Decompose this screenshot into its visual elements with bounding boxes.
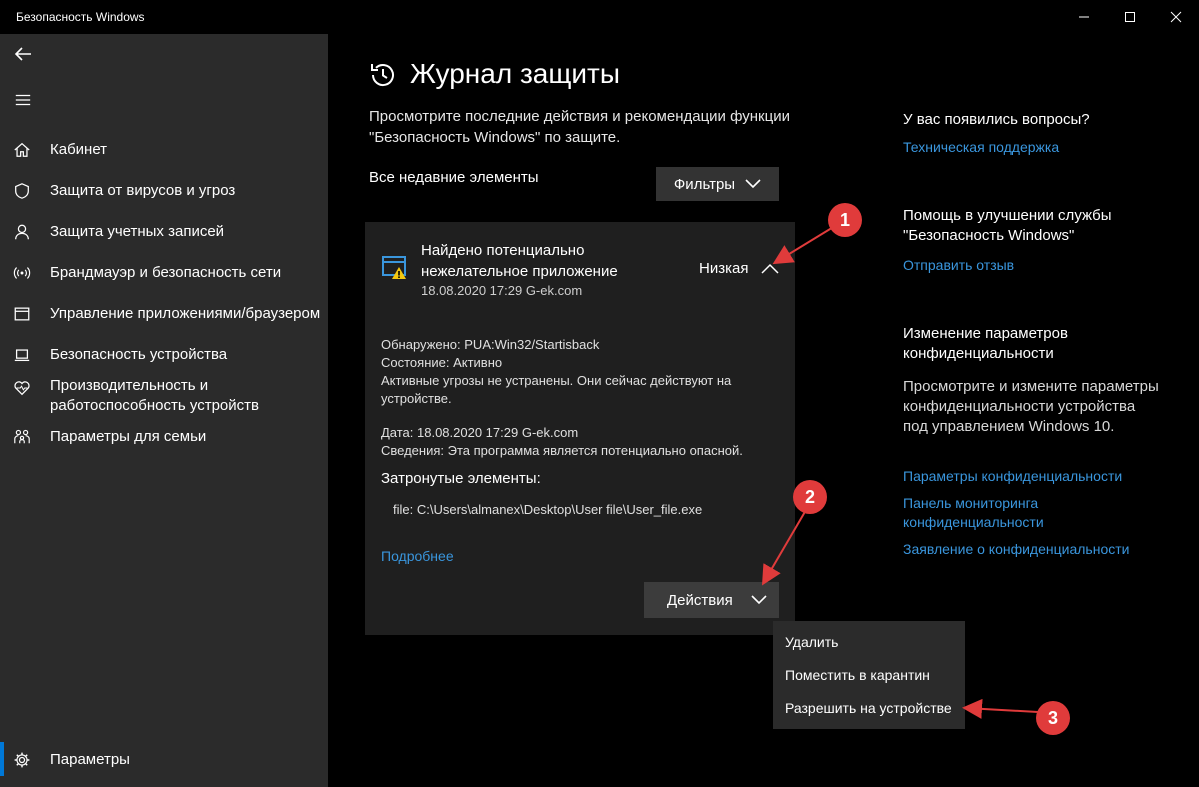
- threat-date: 18.08.2020 17:29 G-ek.com: [421, 283, 583, 298]
- sidebar-item-settings[interactable]: Параметры: [0, 750, 328, 770]
- sidebar-item-virus-protection[interactable]: Защита от вирусов и угроз: [0, 181, 328, 201]
- send-feedback-link[interactable]: Отправить отзыв: [903, 256, 1173, 275]
- filters-label: Фильтры: [673, 175, 736, 193]
- page-title: Журнал защиты: [410, 58, 620, 89]
- status-text: Состояние: Активно: [381, 355, 503, 370]
- chevron-down-icon: [751, 595, 767, 605]
- threat-card: Найдено потенциально нежелательное прило…: [365, 222, 795, 635]
- sidebar-item-label: Управление приложениями/браузером: [50, 305, 321, 322]
- affected-items-heading: Затронутые элементы:: [381, 470, 541, 487]
- privacy-text: Просмотрите и измените параметры конфиде…: [903, 378, 1159, 435]
- sidebar-item-family-options[interactable]: Параметры для семьи: [0, 427, 328, 447]
- sidebar-item-label: Защита от вирусов и угроз: [50, 182, 236, 199]
- improve-heading: Помощь в улучшении службы "Безопасность …: [903, 207, 1112, 244]
- laptop-icon: [12, 345, 32, 365]
- back-button[interactable]: [12, 43, 34, 65]
- app-window-icon: [12, 304, 32, 324]
- menu-item-quarantine[interactable]: Поместить в карантин: [785, 667, 930, 683]
- chevron-down-icon: [745, 179, 761, 189]
- minimize-icon: [1079, 16, 1089, 18]
- threat-title: Найдено потенциально нежелательное прило…: [421, 242, 618, 280]
- maximize-icon: [1125, 12, 1135, 22]
- family-icon: [12, 427, 32, 447]
- privacy-statement-link[interactable]: Заявление о конфиденциальности: [903, 540, 1173, 559]
- actions-button[interactable]: Действия: [644, 582, 779, 618]
- actions-label: Действия: [667, 591, 733, 609]
- sidebar-item-label: Кабинет: [50, 141, 108, 158]
- annotation-badge-2: 2: [793, 480, 827, 514]
- sidebar-item-home[interactable]: Кабинет: [0, 140, 328, 160]
- person-icon: [12, 222, 32, 242]
- title-bar: Безопасность Windows: [0, 0, 1199, 34]
- severity-label: Низкая: [699, 260, 749, 277]
- detail-date-text: Дата: 18.08.2020 17:29 G-ek.com: [381, 425, 579, 440]
- sidebar-item-label: Параметры для семьи: [50, 428, 207, 445]
- sidebar-item-label: Безопасность устройства: [50, 346, 228, 363]
- heart-icon: [12, 378, 32, 398]
- sidebar-item-label: Производительность и работоспособность у…: [50, 377, 259, 414]
- actions-menu: Удалить Поместить в карантин Разрешить н…: [773, 621, 965, 729]
- maximize-button[interactable]: [1107, 0, 1153, 34]
- page-description: Просмотрите последние действия и рекомен…: [369, 108, 790, 146]
- privacy-dashboard-link[interactable]: Панель мониторинга конфиденциальности: [903, 494, 1103, 532]
- filters-button[interactable]: Фильтры: [656, 167, 779, 201]
- menu-item-remove[interactable]: Удалить: [785, 634, 838, 650]
- sidebar-item-device-performance[interactable]: Производительность и работоспособность у…: [0, 376, 328, 416]
- sidebar-item-firewall[interactable]: Брандмауэр и безопасность сети: [0, 263, 328, 283]
- gear-icon: [12, 750, 32, 770]
- menu-item-allow-on-device[interactable]: Разрешить на устройстве: [785, 700, 952, 716]
- sidebar-item-label: Параметры: [50, 751, 130, 768]
- window-title: Безопасность Windows: [16, 10, 145, 24]
- annotation-badge-1: 1: [828, 203, 862, 237]
- history-icon: [371, 64, 394, 87]
- close-button[interactable]: [1153, 0, 1199, 34]
- app-warning-icon: [382, 256, 406, 279]
- sidebar-item-label: Защита учетных записей: [50, 223, 225, 240]
- shield-icon: [12, 181, 32, 201]
- detected-text: Обнаружено: PUA:Win32/Startisback: [381, 337, 600, 352]
- more-details-link[interactable]: Подробнее: [381, 548, 454, 564]
- home-icon: [12, 140, 32, 160]
- privacy-heading: Изменение параметров конфиденциальности: [903, 325, 1068, 362]
- sidebar: Кабинет Защита от вирусов и угроз Защита…: [0, 34, 328, 787]
- minimize-button[interactable]: [1061, 0, 1107, 34]
- tech-support-link[interactable]: Техническая поддержка: [903, 138, 1173, 157]
- hamburger-menu-button[interactable]: [12, 89, 34, 111]
- recent-items-label: Все недавние элементы: [369, 169, 539, 186]
- sidebar-item-device-security[interactable]: Безопасность устройства: [0, 345, 328, 365]
- close-icon: [1170, 11, 1182, 23]
- arrow-3: [962, 698, 1039, 719]
- affected-file-path: file: C:\Users\almanex\Desktop\User file…: [393, 502, 703, 517]
- privacy-settings-link[interactable]: Параметры конфиденциальности: [903, 467, 1173, 486]
- questions-heading: У вас появились вопросы?: [903, 111, 1090, 128]
- back-arrow-icon: [14, 47, 31, 61]
- threat-note-text: Активные угрозы не устранены. Они сейчас…: [381, 373, 732, 406]
- annotation-badge-3: 3: [1036, 701, 1070, 735]
- hamburger-icon: [15, 94, 31, 106]
- threat-details: Обнаружено: PUA:Win32/Startisback Состоя…: [381, 336, 781, 460]
- info-text: Сведения: Эта программа является потенци…: [381, 443, 743, 458]
- wifi-signal-icon: [12, 263, 32, 283]
- collapse-chevron-up-icon[interactable]: [761, 262, 779, 276]
- sidebar-item-account-protection[interactable]: Защита учетных записей: [0, 222, 328, 242]
- sidebar-item-app-browser-control[interactable]: Управление приложениями/браузером: [0, 304, 328, 324]
- sidebar-item-label: Брандмауэр и безопасность сети: [50, 264, 282, 281]
